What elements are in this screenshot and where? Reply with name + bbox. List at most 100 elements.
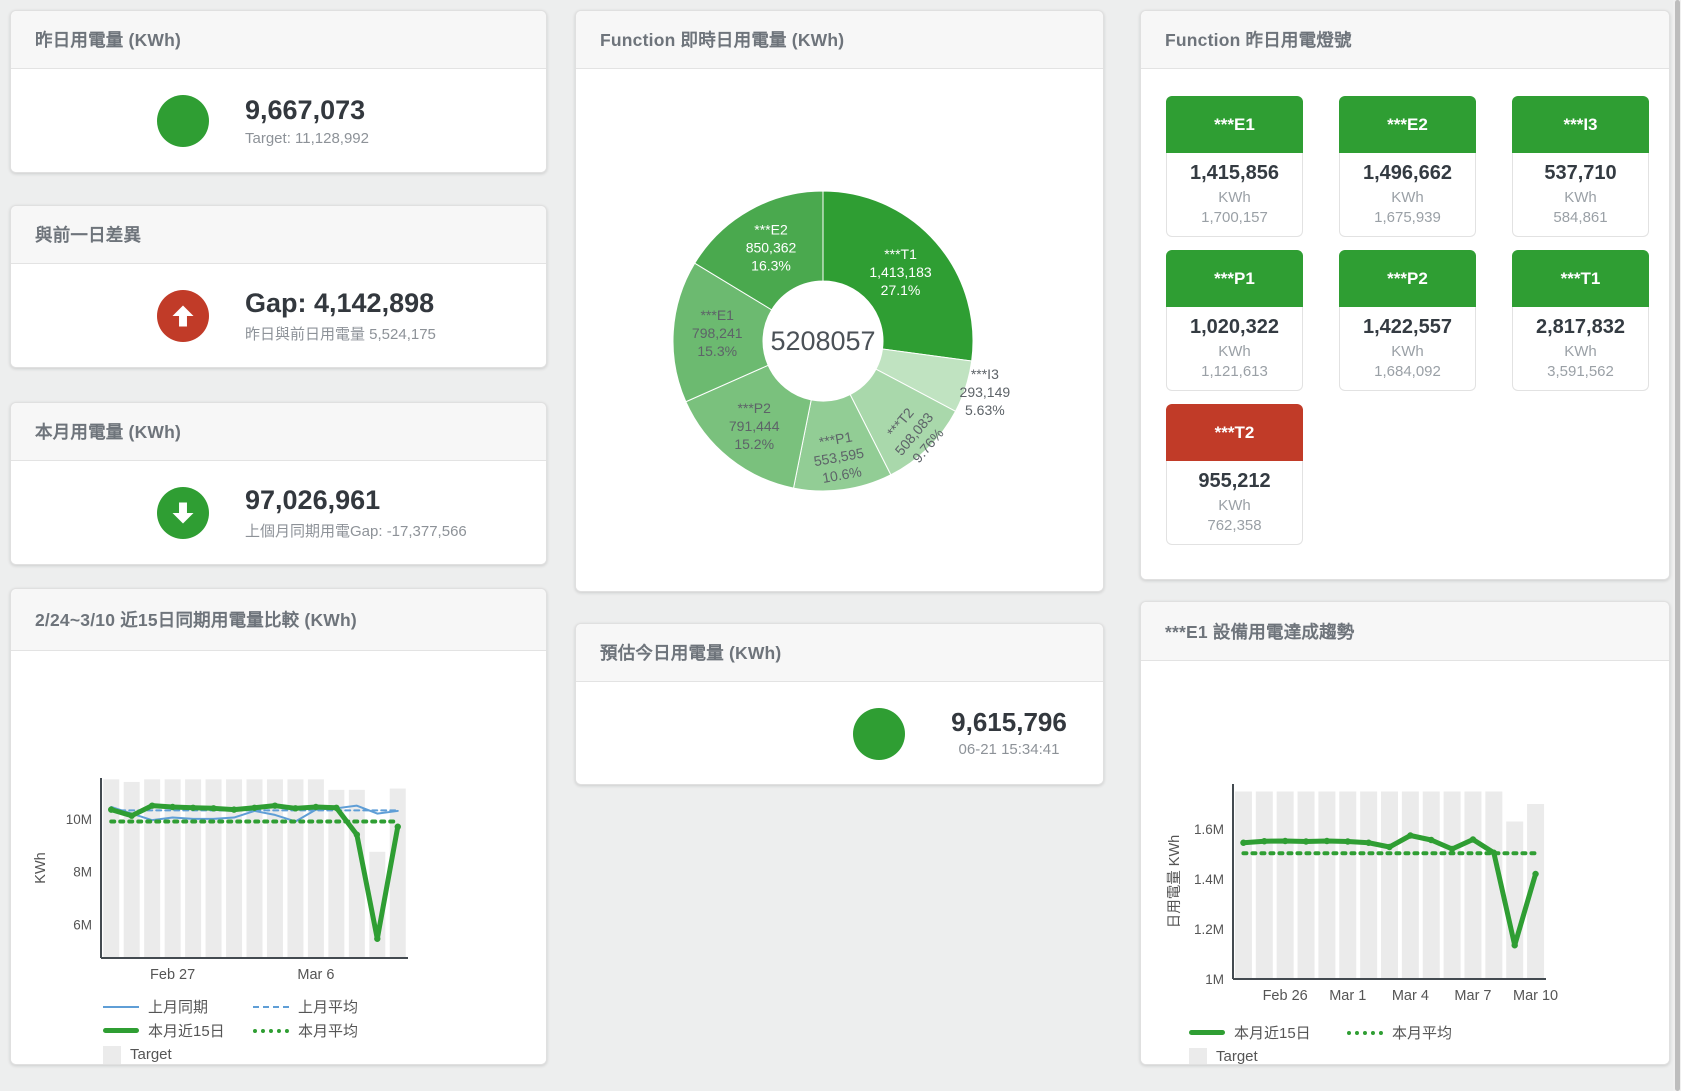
legend-label: 本月平均 xyxy=(1392,1022,1452,1043)
target-bar xyxy=(1298,792,1315,980)
series-marker xyxy=(354,831,360,837)
legend-item[interactable]: 本月近15日 xyxy=(103,1019,253,1042)
status-card: ***T12,817,832KWh3,591,562 xyxy=(1512,250,1649,391)
series-marker xyxy=(1449,846,1455,852)
legend-item[interactable]: Target xyxy=(103,1043,253,1065)
legend-item[interactable]: 本月近15日 xyxy=(1189,1021,1347,1044)
panel-header: 昨日用電量 (KWh) xyxy=(11,11,546,69)
series-marker xyxy=(1532,871,1538,877)
legend-label: 本月近15日 xyxy=(1234,1022,1311,1043)
series-marker xyxy=(1428,837,1434,843)
e1-trend-chart-legend: 本月近15日 本月平均 Target xyxy=(1189,1021,1669,1065)
status-card-unit: KWh xyxy=(1342,343,1473,360)
status-card-label: ***P1 xyxy=(1166,250,1303,307)
legend-swatch-thick-icon xyxy=(103,1028,139,1033)
legend-label: Target xyxy=(130,1046,172,1063)
panel-header: 與前一日差異 xyxy=(11,206,546,264)
status-card-target: 1,121,613 xyxy=(1169,363,1300,380)
legend-item[interactable]: 上月平均 xyxy=(253,995,423,1018)
status-card-value: 537,710 xyxy=(1515,162,1646,185)
gap-prev-day-value: Gap: 4,142,898 xyxy=(245,288,436,319)
status-card-label: ***T2 xyxy=(1166,404,1303,461)
x-tick-label: Feb 26 xyxy=(1263,988,1308,1004)
x-tick-label: Mar 4 xyxy=(1392,988,1429,1004)
legend-item[interactable]: 上月同期 xyxy=(103,995,253,1018)
y-tick-label: 6M xyxy=(73,917,92,932)
month-usage-value: 97,026,961 xyxy=(245,485,467,516)
today-estimate-timestamp: 06-21 15:34:41 xyxy=(942,741,1076,758)
status-card: ***E21,496,662KWh1,675,939 xyxy=(1339,96,1476,237)
status-card: ***P21,422,557KWh1,684,092 xyxy=(1339,250,1476,391)
y-axis-title: KWh xyxy=(33,852,49,883)
legend-item[interactable]: 本月平均 xyxy=(1347,1021,1497,1044)
target-bar xyxy=(1235,792,1252,980)
green-status-circle-icon xyxy=(853,708,905,760)
comparison-chart-legend: 上月同期 上月平均本月近15日 本月平均 Target xyxy=(103,995,546,1065)
status-card-body: 1,415,856KWh1,700,157 xyxy=(1166,153,1303,237)
panel-comparison-chart: 2/24~3/10 近15日同期用電量比較 (KWh) 6M8M10MFeb 2… xyxy=(10,588,547,1065)
e1-trend-line-chart: 1M1.2M1.4M1.6MFeb 26Mar 1Mar 4Mar 7Mar 1… xyxy=(1141,661,1669,1006)
legend-label: 上月平均 xyxy=(298,996,358,1017)
x-tick-label: Mar 6 xyxy=(297,967,334,983)
series-marker xyxy=(1386,844,1392,850)
panel-header: Function 昨日用電燈號 xyxy=(1141,11,1669,69)
legend-item[interactable]: Target xyxy=(1189,1045,1347,1065)
status-card-body: 537,710KWh584,861 xyxy=(1512,153,1649,237)
status-card-value: 1,496,662 xyxy=(1342,162,1473,185)
series-marker xyxy=(1303,838,1309,844)
status-card-unit: KWh xyxy=(1169,343,1300,360)
target-bar xyxy=(1423,792,1440,980)
status-card-label: ***E2 xyxy=(1339,96,1476,153)
target-bar xyxy=(1277,792,1294,980)
target-bar xyxy=(1402,792,1419,980)
green-down-arrow-icon xyxy=(157,487,209,539)
panel-title: 2/24~3/10 近15日同期用電量比較 (KWh) xyxy=(35,607,357,632)
series-marker xyxy=(1470,836,1476,842)
series-marker xyxy=(1365,840,1371,846)
panel-title: ***E1 設備用電達成趨勢 xyxy=(1165,619,1355,644)
status-card-unit: KWh xyxy=(1515,189,1646,206)
panel-yesterday-usage: 昨日用電量 (KWh) 9,667,073 Target: 11,128,992 xyxy=(10,10,547,173)
legend-label: 本月近15日 xyxy=(148,1020,225,1041)
legend-label: 本月平均 xyxy=(298,1020,358,1041)
series-marker xyxy=(210,805,216,811)
panel-header: 預估今日用電量 (KWh) xyxy=(576,624,1103,682)
dashboard-page: 昨日用電量 (KWh) 9,667,073 Target: 11,128,992… xyxy=(0,0,1681,1091)
legend-label: 上月同期 xyxy=(148,996,208,1017)
panel-month-usage: 本月用電量 (KWh) 97,026,961 上個月同期用電Gap: -17,3… xyxy=(10,402,547,565)
realtime-usage-donut-chart: ***T11,413,18327.1%***I3293,1495.63%***T… xyxy=(576,69,1103,591)
status-card: ***E11,415,856KWh1,700,157 xyxy=(1166,96,1303,237)
series-marker xyxy=(108,806,114,812)
status-card-target: 1,675,939 xyxy=(1342,209,1473,226)
status-card: ***I3537,710KWh584,861 xyxy=(1512,96,1649,237)
vertical-scrollbar-track[interactable] xyxy=(1673,0,1681,1091)
panel-header: ***E1 設備用電達成趨勢 xyxy=(1141,602,1669,661)
target-bar xyxy=(226,779,242,958)
status-card-body: 955,212KWh762,358 xyxy=(1166,461,1303,545)
panel-title: Function 即時日用電量 (KWh) xyxy=(600,27,844,52)
legend-label: Target xyxy=(1216,1048,1258,1065)
target-bar xyxy=(1256,792,1273,980)
y-tick-label: 1M xyxy=(1205,972,1224,987)
series-marker xyxy=(333,805,339,811)
green-status-circle-icon xyxy=(157,95,209,147)
y-tick-label: 1.6M xyxy=(1194,822,1224,837)
target-bar xyxy=(124,782,140,958)
status-card-body: 1,020,322KWh1,121,613 xyxy=(1166,307,1303,391)
status-card-target: 1,684,092 xyxy=(1342,363,1473,380)
status-card-body: 1,496,662KWh1,675,939 xyxy=(1339,153,1476,237)
legend-swatch-dots-icon xyxy=(253,1029,289,1033)
panel-header: 2/24~3/10 近15日同期用電量比較 (KWh) xyxy=(11,589,546,651)
legend-swatch-box-icon xyxy=(1189,1048,1207,1066)
series-marker xyxy=(1345,838,1351,844)
vertical-scrollbar-thumb[interactable] xyxy=(1675,0,1680,1091)
series-marker xyxy=(292,805,298,811)
series-marker xyxy=(231,806,237,812)
month-usage-gap: 上個月同期用電Gap: -17,377,566 xyxy=(245,520,467,541)
y-tick-label: 8M xyxy=(73,865,92,880)
legend-item[interactable]: 本月平均 xyxy=(253,1019,423,1042)
series-marker xyxy=(1261,838,1267,844)
legend-swatch-thick-icon xyxy=(1189,1030,1225,1035)
panel-gap-prev-day: 與前一日差異 Gap: 4,142,898 昨日與前日用電量 5,524,175 xyxy=(10,205,547,368)
status-card-target: 762,358 xyxy=(1169,517,1300,534)
